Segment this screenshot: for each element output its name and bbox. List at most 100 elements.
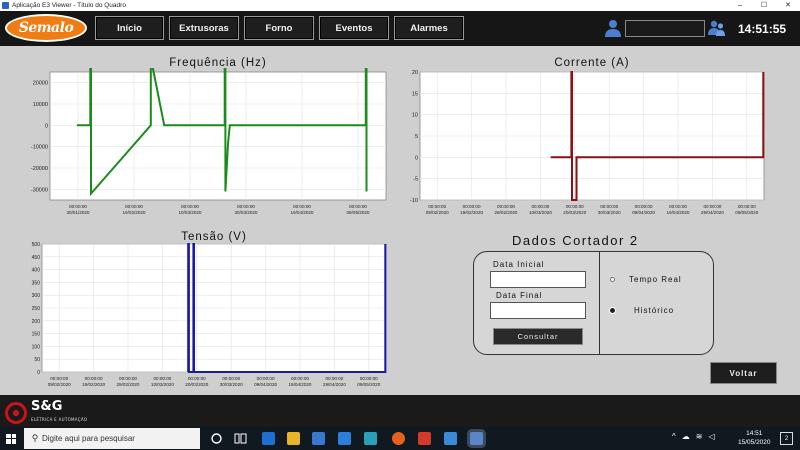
frequencia-x-tick-label: 00:00:00 (237, 204, 255, 209)
cutter-query-panel: Data Inicial Data Final Consultar Tempo … (473, 251, 714, 355)
clock: 14:51:55 (738, 22, 787, 36)
initial-date-input[interactable] (490, 271, 586, 288)
frequencia-x-axis: 00:00:0030/01/202000:00:0019/02/202000:0… (67, 204, 370, 215)
close-button[interactable]: ✕ (776, 0, 800, 11)
tensao-y-tick-label: 100 (32, 344, 41, 350)
frequencia-x-tick-label: 30/03/2020 (235, 210, 258, 215)
corrente-x-tick-label: 10/03/2020 (529, 210, 552, 215)
frequencia-y-tick-label: -20000 (31, 166, 48, 172)
frequencia-x-tick-label: 09/05/2020 (347, 210, 370, 215)
store-icon[interactable] (312, 432, 325, 445)
corrente-x-tick-label: 19/04/2020 (667, 210, 690, 215)
cortana-icon[interactable] (210, 432, 223, 445)
task-view-icon[interactable] (234, 432, 247, 445)
notification-center-icon[interactable]: 2 (780, 432, 793, 445)
tensao-x-tick-label: 00:00:00 (325, 376, 343, 381)
taskbar-date: 15/05/2020 (738, 439, 771, 446)
tensao-x-tick-label: 10/03/2020 (151, 382, 174, 387)
tensao-y-tick-label: 200 (32, 319, 41, 325)
corrente-x-tick-label: 00:00:00 (566, 204, 584, 209)
top-navigation-bar: Semalo Início Extrusoras Forno Eventos A… (0, 11, 800, 46)
volume-icon[interactable]: ◁ (708, 432, 714, 441)
cutter-panel-divider (599, 252, 600, 354)
app-icon-1[interactable] (364, 432, 377, 445)
tensao-x-tick-label: 00:00:00 (360, 376, 378, 381)
network-icon[interactable]: ☁ (682, 432, 690, 441)
corrente-x-tick-label: 09/02/2020 (426, 210, 449, 215)
history-radio[interactable] (610, 308, 615, 313)
corrente-x-tick-label: 00:00:00 (531, 204, 549, 209)
frequencia-x-tick-label: 19/02/2020 (123, 210, 146, 215)
final-date-input[interactable] (490, 302, 586, 319)
real-time-label: Tempo Real (629, 275, 682, 284)
file-explorer-icon[interactable] (287, 432, 300, 445)
users-group-icon[interactable] (708, 19, 726, 37)
nav-alarmes-button[interactable]: Alarmes (394, 16, 464, 40)
frequencia-x-tick-label: 00:00:00 (349, 204, 367, 209)
app-icon-3[interactable] (444, 432, 457, 445)
frequencia-y-tick-label: 10000 (33, 102, 48, 108)
system-tray: ^ ☁ ≋ ◁ (672, 432, 715, 441)
frequencia-y-axis: 20000 10000 0 -10000 -20000 -30000 (31, 81, 48, 194)
tensao-x-tick-label: 00:00:00 (50, 376, 68, 381)
sg-logo: S&G ELÉTRICA E AUTOMAÇÃO (5, 400, 87, 426)
tensao-y-axis: 500450400350300250200150100500 (32, 242, 41, 376)
window-title-bar: Aplicação E3 Viewer - Título do Quadro –… (0, 0, 800, 11)
tensao-x-tick-label: 09/02/2020 (48, 382, 71, 387)
corrente-y-tick-label: -10 (410, 198, 418, 204)
corrente-x-tick-label: 30/03/2020 (598, 210, 621, 215)
frequencia-x-tick-label: 00:00:00 (125, 204, 143, 209)
initial-date-label: Data Inicial (493, 260, 545, 269)
footer-bar: S&G ELÉTRICA E AUTOMAÇÃO (0, 395, 800, 427)
nav-inicio-button[interactable]: Início (95, 16, 164, 40)
corrente-x-axis: 00:00:0009/02/202000:00:0019/02/202000:0… (426, 204, 759, 215)
corrente-y-axis: 20 15 10 5 0 -5 -10 (410, 70, 418, 204)
tensao-y-tick-label: 0 (37, 370, 40, 376)
search-placeholder: Digite aqui para pesquisar (42, 434, 135, 443)
corrente-x-tick-label: 00:00:00 (703, 204, 721, 209)
edge-icon[interactable] (262, 432, 275, 445)
app-icon-2[interactable] (418, 432, 431, 445)
tensao-x-axis: 00:00:0009/02/202000:00:0019/02/202000:0… (48, 376, 381, 387)
corrente-y-tick-label: 15 (412, 91, 418, 97)
frequencia-x-tick-label: 00:00:00 (181, 204, 199, 209)
tensao-x-tick-label: 09/05/2020 (357, 382, 380, 387)
user-icon[interactable] (604, 19, 622, 37)
corrente-x-tick-label: 00:00:00 (738, 204, 756, 209)
corrente-x-tick-label: 00:00:00 (669, 204, 687, 209)
minimize-button[interactable]: – (728, 0, 752, 11)
firefox-icon[interactable] (392, 432, 405, 445)
corrente-x-tick-label: 09/04/2020 (632, 210, 655, 215)
window-title: Aplicação E3 Viewer - Título do Quadro (12, 2, 126, 9)
history-label: Histórico (634, 306, 675, 315)
corrente-x-tick-label: 00:00:00 (497, 204, 515, 209)
taskbar-search[interactable]: ⚲ Digite aqui para pesquisar (24, 428, 200, 449)
sg-brand: S&G (31, 399, 63, 414)
consult-button[interactable]: Consultar (493, 328, 583, 345)
back-button[interactable]: Voltar (710, 362, 777, 384)
nav-extrusoras-button[interactable]: Extrusoras (169, 16, 239, 40)
corrente-y-tick-label: -5 (413, 177, 418, 183)
frequencia-y-tick-label: -30000 (31, 187, 48, 193)
user-name-field[interactable] (625, 20, 705, 37)
window-controls: – ☐ ✕ (728, 0, 800, 11)
real-time-radio[interactable] (610, 277, 615, 282)
nav-eventos-button[interactable]: Eventos (319, 16, 389, 40)
nav-forno-button[interactable]: Forno (244, 16, 314, 40)
final-date-label: Data Final (496, 291, 543, 300)
e3-viewer-icon[interactable] (470, 432, 483, 445)
corrente-x-tick-label: 29/04/2020 (701, 210, 724, 215)
start-button[interactable] (0, 427, 22, 450)
corrente-x-tick-label: 00:00:00 (600, 204, 618, 209)
windows-logo-icon (6, 433, 16, 444)
mail-icon[interactable] (338, 432, 351, 445)
maximize-button[interactable]: ☐ (752, 0, 776, 11)
taskbar-clock[interactable]: 14:51 15/05/2020 (738, 429, 771, 447)
tensao-x-tick-label: 00:00:00 (222, 376, 240, 381)
chevron-up-icon[interactable]: ^ (672, 432, 676, 441)
wifi-icon[interactable]: ≋ (696, 432, 703, 441)
corrente-y-tick-label: 5 (415, 134, 418, 140)
frequencia-x-tick-label: 10/03/2020 (179, 210, 202, 215)
search-icon: ⚲ (31, 433, 39, 443)
tensao-x-tick-label: 29/02/2020 (117, 382, 140, 387)
